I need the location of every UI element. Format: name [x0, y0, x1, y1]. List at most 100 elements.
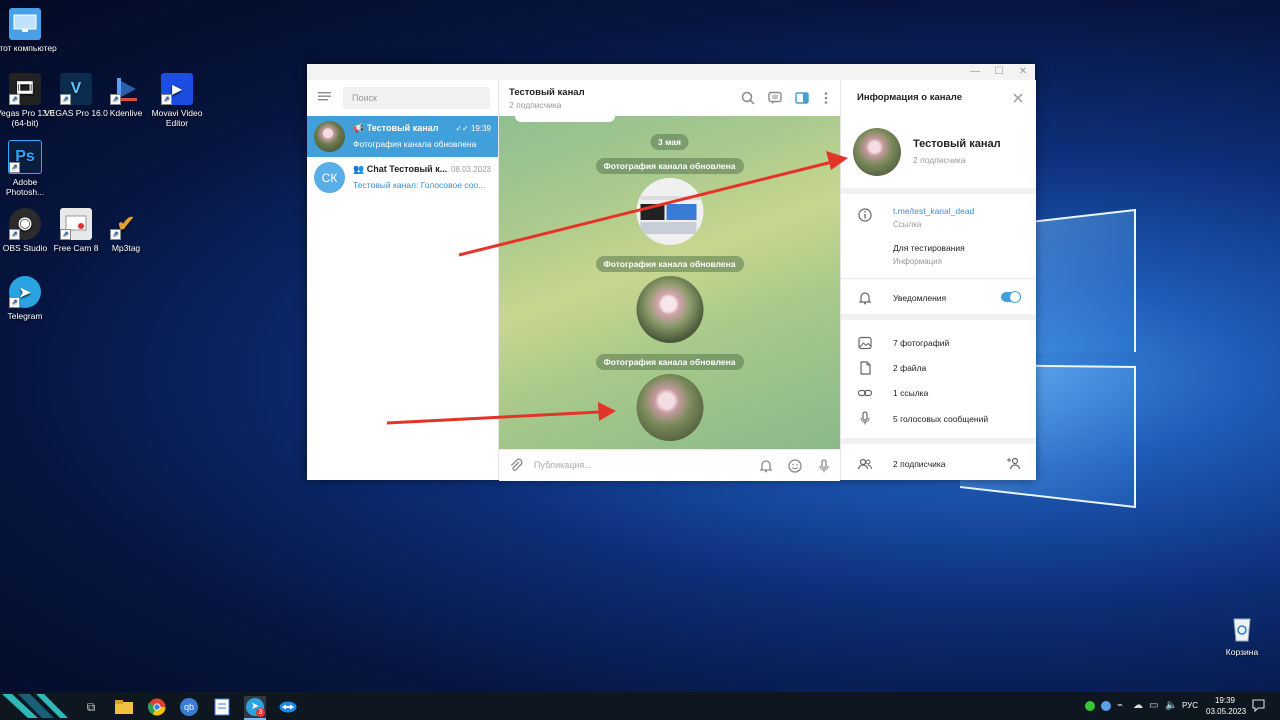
vegas-icon: V ↗ [60, 73, 92, 105]
movavi-icon: ▶ ↗ [161, 73, 193, 105]
minimize-button[interactable]: — [963, 64, 987, 80]
search-icon[interactable] [740, 90, 756, 106]
info-panel-title: Информация о канале [857, 92, 962, 103]
link-icon [857, 389, 873, 397]
bell-icon[interactable] [758, 458, 774, 474]
desktop-icon-this-pc[interactable]: Этот компьютер [0, 8, 57, 53]
microphone-icon[interactable] [816, 458, 832, 474]
chat-item-test-chat[interactable]: СК 👥 Chat Тестовый к... 08.03.2023 Тесто… [307, 157, 498, 198]
chat-preview: Фотография канала обновлена [353, 139, 477, 149]
obs-icon: ◉ ↗ [9, 208, 41, 240]
mp3tag-icon: ✔ ↗ [110, 208, 142, 240]
chat-preview: Тестовый канал: Голосовое соо... [353, 180, 486, 190]
chat-time: 19:39 [470, 124, 491, 133]
channel-photo-flower[interactable] [636, 276, 703, 343]
vpn-icon[interactable] [1101, 701, 1111, 711]
add-member-icon[interactable] [1006, 455, 1022, 471]
message-history[interactable]: 3 мая Фотография канала обновлена Фотогр… [499, 116, 840, 449]
chat-area: Тестовый канал 2 подписчика 3 мая Фотогр… [499, 80, 840, 481]
desktop-icon-label: Корзина [1225, 647, 1259, 657]
media-links[interactable]: 1 ссылка [893, 388, 928, 398]
film-icon: 🎞 ↗ [9, 73, 41, 105]
photoshop-icon: Ps ↗ [8, 140, 42, 174]
file-icon [860, 361, 871, 375]
desktop-icon-recycle-bin[interactable]: Корзина [1210, 612, 1274, 657]
notifications-toggle[interactable] [1001, 291, 1021, 303]
group-icon: 👥 [353, 164, 367, 174]
chat-avatar: СК [314, 162, 345, 193]
desktop-icon-label: Этот компьютер [0, 43, 57, 53]
onedrive-icon[interactable]: ☁ [1133, 700, 1143, 711]
close-icon[interactable] [1012, 92, 1024, 104]
media-photos[interactable]: 7 фотографий [893, 338, 949, 348]
live-stream-icon[interactable] [767, 90, 783, 106]
teamviewer-icon[interactable] [277, 696, 299, 718]
chrome-icon[interactable] [146, 696, 168, 718]
notepad-icon[interactable] [211, 696, 233, 718]
notification-center-icon[interactable] [1252, 699, 1265, 712]
emoji-icon[interactable] [787, 458, 803, 474]
message-input[interactable]: Публикация... [534, 460, 592, 470]
service-message: Фотография канала обновлена [595, 354, 744, 370]
media-voice[interactable]: 5 голосовых сообщений [893, 414, 988, 424]
chat-subtitle: 2 подписчика [509, 100, 562, 110]
channel-name: Тестовый канал [913, 138, 1001, 150]
channel-avatar-large[interactable] [853, 128, 901, 176]
photo-icon [858, 336, 872, 350]
language-indicator[interactable]: РУС [1182, 701, 1198, 710]
hamburger-menu-icon[interactable] [317, 88, 333, 104]
info-icon [858, 208, 872, 222]
telegram-window: — ☐ ✕ Поиск 📢 Тестовый канал ✓✓ 19:39 Фо… [307, 64, 1036, 481]
search-input[interactable]: Поиск [343, 87, 490, 109]
notifications-label: Уведомления [893, 293, 947, 303]
window-titlebar: — ☐ ✕ [307, 64, 1035, 80]
members-count[interactable]: 2 подписчика [893, 459, 946, 469]
recycle-bin-icon [1226, 612, 1258, 644]
sidebar-toggle-icon[interactable] [794, 90, 810, 106]
message-composer: Публикация... [499, 449, 840, 481]
desktop-icon-photoshop[interactable]: Ps ↗ Adobe Photosh... [0, 140, 57, 197]
desktop-icon-label: OBS Studio [2, 243, 48, 253]
members-icon [857, 458, 873, 470]
maximize-button[interactable]: ☐ [987, 64, 1011, 80]
kaspersky-icon[interactable] [1085, 701, 1095, 711]
desktop-icon-label: Mp3tag [111, 243, 141, 253]
desktop-icon-label: Free Cam 8 [53, 243, 99, 253]
task-view-icon[interactable]: ⧉ [80, 696, 102, 718]
file-explorer-icon[interactable] [113, 696, 135, 718]
chat-title: Тестовый канал [509, 87, 585, 98]
close-window-button[interactable]: ✕ [1011, 64, 1035, 80]
telegram-icon: ➤ ↗ [9, 276, 41, 308]
previous-message-bubble [515, 116, 615, 122]
attach-icon[interactable] [508, 458, 524, 474]
service-message: Фотография канала обновлена [595, 256, 744, 272]
telegram-taskbar-icon[interactable]: ➤ 3 [244, 696, 266, 718]
divider [841, 188, 1036, 194]
bell-icon [858, 292, 872, 305]
media-files[interactable]: 2 файла [893, 363, 926, 373]
qbittorrent-icon[interactable]: qb [178, 696, 200, 718]
desktop-icon-mp3tag[interactable]: ✔ ↗ Mp3tag [94, 208, 158, 253]
desktop-icon-telegram[interactable]: ➤ ↗ Telegram [0, 276, 57, 321]
chat-item-test-channel[interactable]: 📢 Тестовый канал ✓✓ 19:39 Фотография кан… [307, 116, 498, 157]
start-button[interactable] [0, 692, 70, 720]
chat-header[interactable]: Тестовый канал 2 подписчика [499, 80, 840, 117]
network-icon[interactable]: ⌁ [1117, 700, 1123, 711]
chat-time: 08.03.2023 [450, 165, 491, 174]
channel-subscribers: 2 подписчика [913, 155, 966, 165]
battery-icon[interactable]: ▭ [1149, 700, 1158, 711]
desktop-icon-label: Movavi Video Editor [151, 108, 203, 128]
clock[interactable]: 19:39 03.05.2023 [1206, 695, 1246, 717]
megaphone-icon: 📢 [353, 123, 367, 133]
date-pill: 3 мая [650, 134, 689, 150]
channel-photo-flower[interactable] [636, 374, 703, 441]
volume-icon[interactable]: 🔈 [1165, 700, 1177, 711]
channel-photo-thumbnail[interactable] [636, 178, 703, 245]
chat-name: Chat Тестовый к... [366, 164, 448, 174]
channel-link[interactable]: t.me/test_kanal_dead [893, 206, 974, 216]
double-check-icon: ✓✓ [455, 124, 471, 133]
chat-list-panel: Поиск 📢 Тестовый канал ✓✓ 19:39 Фотограф… [307, 80, 499, 480]
desktop-icon-movavi[interactable]: ▶ ↗ Movavi Video Editor [145, 73, 209, 128]
channel-avatar [314, 121, 345, 152]
more-options-icon[interactable] [818, 90, 834, 106]
